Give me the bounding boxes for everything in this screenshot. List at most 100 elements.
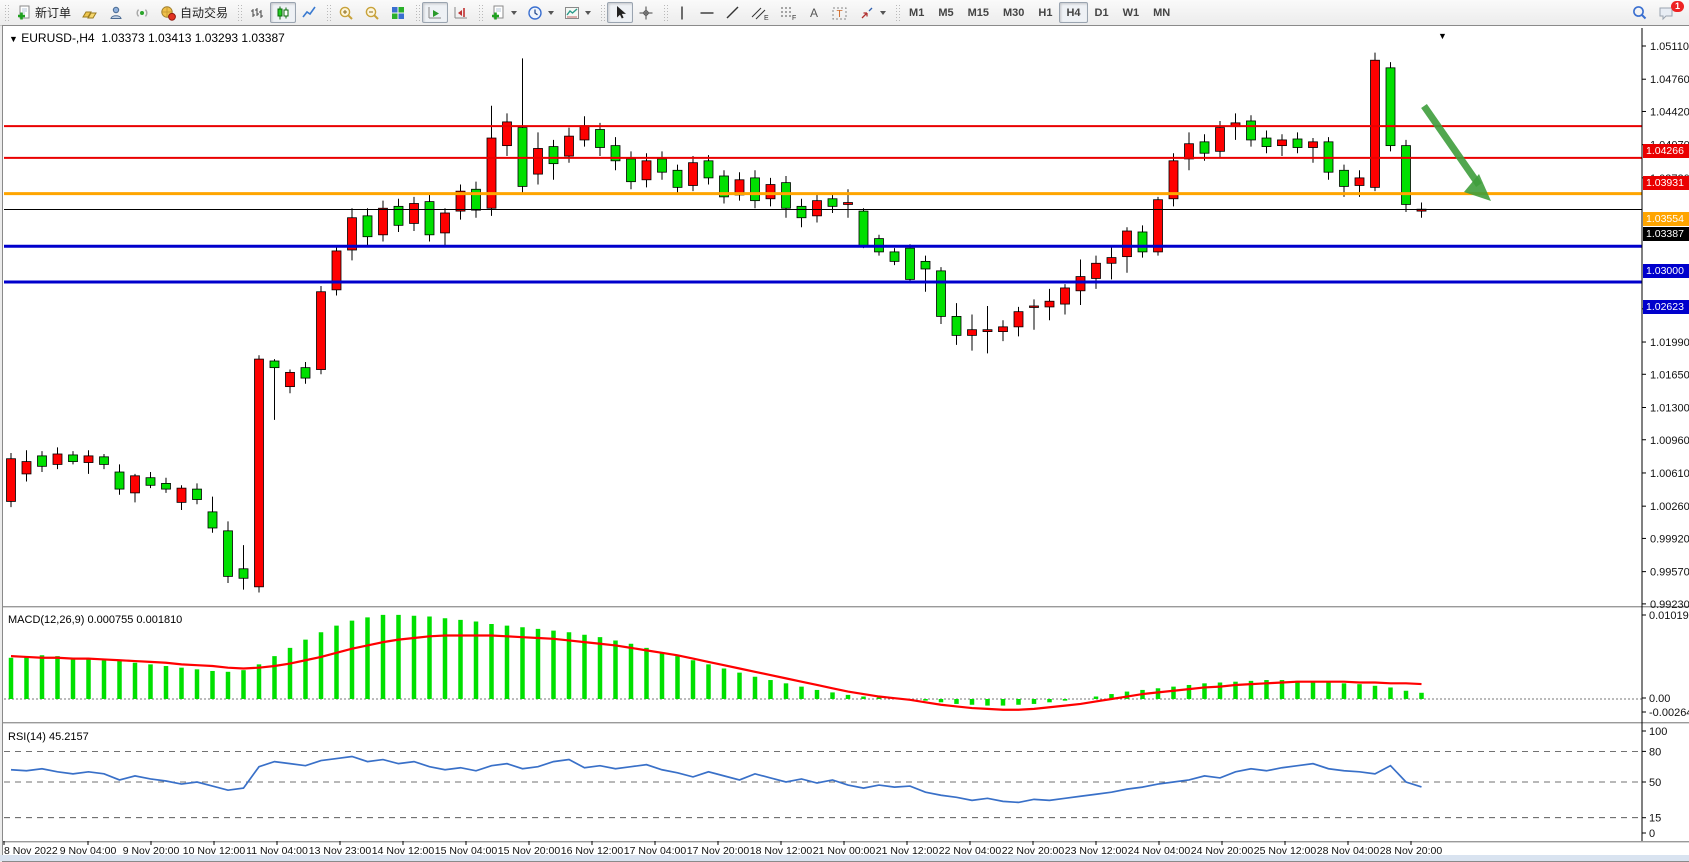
- timeframe-m1-button[interactable]: M1: [902, 2, 931, 23]
- rsi-tick-label: 80: [1649, 746, 1661, 758]
- new-order-icon: [16, 5, 32, 21]
- timeframe-m5-button[interactable]: M5: [931, 2, 960, 23]
- chevron-down-icon: [585, 11, 591, 15]
- trendline-icon: [725, 5, 741, 21]
- timeframe-m15-button[interactable]: M15: [961, 2, 996, 23]
- zoom-in-button[interactable]: [333, 2, 359, 23]
- price-tick-label: 1.00960: [1650, 435, 1689, 447]
- arrows-button[interactable]: [854, 2, 891, 23]
- price-tick-label: 1.01300: [1650, 402, 1689, 414]
- timeframe-h4-button[interactable]: H4: [1059, 2, 1087, 23]
- crosshair-icon: [638, 5, 654, 21]
- fibonacci-button[interactable]: F: [774, 2, 802, 23]
- vertical-line-button[interactable]: [670, 2, 694, 23]
- toolbar-grip: [895, 4, 900, 21]
- horizontal-line-button[interactable]: [694, 2, 720, 23]
- arrows-icon: [859, 5, 875, 21]
- text-button[interactable]: A: [802, 2, 826, 23]
- equidistant-channel-button[interactable]: E: [746, 2, 774, 23]
- price-badge-1.04266: 1.04266: [1643, 144, 1689, 158]
- signal-icon: [134, 5, 150, 21]
- price-badge-1.03387: 1.03387: [1643, 227, 1689, 241]
- line-chart-button[interactable]: [296, 2, 322, 23]
- gold-bars-icon: [81, 5, 98, 21]
- zoom-out-icon: [364, 5, 380, 21]
- toolbar-grip: [600, 4, 605, 21]
- timeframe-d1-button[interactable]: D1: [1088, 2, 1116, 23]
- horizontal-line-icon: [699, 5, 715, 21]
- bar-chart-icon: [249, 5, 265, 21]
- price-badge-1.03000: 1.03000: [1643, 264, 1689, 278]
- svg-text:E: E: [764, 15, 769, 21]
- profile-icon: [108, 5, 124, 21]
- status-strip: [0, 855, 1689, 861]
- equidistant-channel-icon: E: [751, 5, 769, 21]
- fibonacci-icon: F: [779, 5, 797, 21]
- periods-button[interactable]: [522, 2, 559, 23]
- svg-text:A: A: [810, 6, 818, 20]
- templates-button[interactable]: [559, 2, 596, 23]
- indicators-icon: [490, 5, 506, 21]
- toolbar-grip: [237, 4, 242, 21]
- price-tick-label: 1.01990: [1650, 337, 1689, 349]
- timeframe-h1-button[interactable]: H1: [1031, 2, 1059, 23]
- macd-tick-label: 0.00: [1649, 693, 1670, 705]
- rsi-tick-label: 0: [1649, 828, 1655, 840]
- timeframe-m30-button[interactable]: M30: [996, 2, 1031, 23]
- line-chart-icon: [301, 5, 317, 21]
- auto-scroll-icon: [427, 5, 443, 21]
- price-badge-1.03554: 1.03554: [1643, 212, 1689, 226]
- text-label-button[interactable]: T: [826, 2, 854, 23]
- timeframe-mn-button[interactable]: MN: [1146, 2, 1177, 23]
- chart-canvas[interactable]: ▼1.051101.047601.044201.040701.037201.02…: [3, 26, 1689, 861]
- crosshair-button[interactable]: [633, 2, 659, 23]
- autotrading-icon: [160, 5, 177, 21]
- indicators-button[interactable]: [485, 2, 522, 23]
- tile-windows-button[interactable]: [385, 2, 411, 23]
- chart-shift-button[interactable]: [448, 2, 474, 23]
- zoom-in-icon: [338, 5, 354, 21]
- new-order-button[interactable]: 新订单: [11, 2, 76, 23]
- zoom-out-button[interactable]: [359, 2, 385, 23]
- price-badge-1.02623: 1.02623: [1643, 300, 1689, 314]
- search-icon: [1631, 4, 1648, 21]
- signal-button[interactable]: [129, 2, 155, 23]
- search-button[interactable]: [1626, 2, 1653, 23]
- price-tick-label: 1.00610: [1650, 468, 1689, 480]
- toolbar-grip: [4, 4, 9, 21]
- candlestick-chart-button[interactable]: [270, 2, 296, 23]
- auto-scroll-button[interactable]: [422, 2, 448, 23]
- scroll-end-marker: ▼: [1438, 31, 1447, 41]
- autotrading-button[interactable]: 自动交易: [155, 2, 233, 23]
- macd-tick-label: 0.010191: [1649, 610, 1689, 622]
- chart-window[interactable]: ▼1.051101.047601.044201.040701.037201.02…: [2, 25, 1689, 862]
- notifications-button[interactable]: 1: [1653, 2, 1681, 23]
- text-icon: A: [807, 5, 821, 21]
- trendline-button[interactable]: [720, 2, 746, 23]
- timeframe-w1-button[interactable]: W1: [1116, 2, 1147, 23]
- rsi-tick-label: 50: [1649, 777, 1661, 789]
- toolbar-grip: [478, 4, 483, 21]
- chevron-down-icon: [548, 11, 554, 15]
- price-tick-label: 1.04760: [1650, 74, 1689, 86]
- price-tick-label: 1.00260: [1650, 501, 1689, 513]
- main-toolbar: 新订单 自动交易: [0, 0, 1689, 26]
- chevron-down-icon: [511, 11, 517, 15]
- vertical-line-icon: [675, 5, 689, 21]
- template-icon: [564, 5, 580, 21]
- price-tick-label: 0.99570: [1650, 567, 1689, 579]
- clock-icon: [527, 5, 543, 21]
- cursor-button[interactable]: [607, 2, 633, 23]
- macd-tick-label: -0.002642: [1649, 707, 1689, 719]
- price-tick-label: 0.99920: [1650, 533, 1689, 545]
- bar-chart-button[interactable]: [244, 2, 270, 23]
- price-tick-label: 1.05110: [1650, 41, 1689, 53]
- profile-button[interactable]: [103, 2, 129, 23]
- svg-text:F: F: [792, 15, 796, 21]
- toolbar-grip: [663, 4, 668, 21]
- chevron-down-icon: [880, 11, 886, 15]
- gold-bars-button[interactable]: [76, 2, 103, 23]
- cursor-icon: [612, 5, 628, 21]
- rsi-tick-label: 15: [1649, 813, 1661, 825]
- candlestick-chart-icon: [275, 5, 291, 21]
